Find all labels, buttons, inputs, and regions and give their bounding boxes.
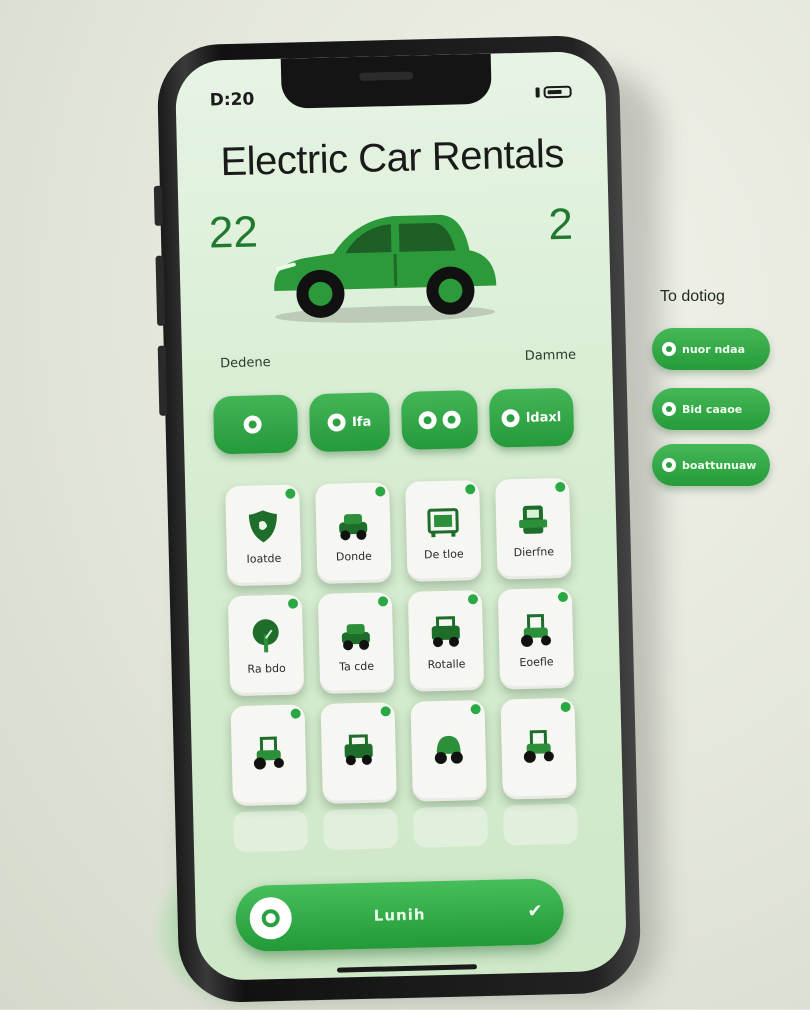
leaf-icon (243, 415, 262, 434)
status-dot-icon (380, 706, 391, 717)
charger-icon (427, 507, 459, 537)
primary-action-button[interactable]: Lunih ✔ (234, 878, 565, 953)
vehicle-tile[interactable]: Ta cde (317, 592, 395, 694)
chip-label: Ifa (351, 414, 372, 430)
vehicle-tile-label: Eoefle (519, 654, 554, 669)
pin-icon (662, 402, 676, 416)
section-label-right: Damme (524, 347, 577, 364)
empty-row (233, 803, 578, 853)
page-title: Electric Car Rentals (219, 131, 565, 185)
status-dot-icon (285, 488, 296, 499)
status-dot-icon (470, 704, 481, 715)
chip-toggle[interactable] (400, 390, 479, 450)
check-icon: ✔ (527, 900, 544, 922)
status-dot-icon (465, 484, 476, 495)
vehicle-tile[interactable]: Ioatde (225, 484, 302, 587)
jeep-icon (344, 734, 373, 766)
empty-slot (503, 803, 578, 846)
home-indicator[interactable] (336, 964, 478, 973)
vehicle-tile[interactable]: Donde (315, 482, 392, 585)
side-pill-label: boattunuaw (682, 458, 757, 472)
plug-icon (501, 409, 521, 428)
vehicle-tile-label: Dierfne (513, 544, 555, 559)
vehicle-tile[interactable] (320, 702, 397, 804)
status-dot-icon (377, 596, 389, 607)
stat-right: 2 (547, 199, 574, 250)
empty-slot (413, 805, 489, 848)
chip-pin[interactable]: Ifa (308, 392, 391, 453)
toggle-icon (442, 410, 461, 429)
buggy-icon (434, 735, 463, 765)
chip-label: ldaxl (525, 409, 562, 426)
side-button (157, 345, 168, 416)
side-pill-3[interactable]: boattunuaw (652, 444, 770, 486)
tree-icon (252, 618, 279, 652)
status-dot-icon (560, 701, 571, 713)
vehicle-tile-label: Ra bdo (247, 661, 286, 676)
toggle-icon (418, 411, 437, 430)
speaker (359, 71, 414, 81)
empty-slot (233, 810, 309, 853)
status-dot-icon (287, 598, 299, 609)
vehicle-grid: Ioatde Donde De tloe Dierfne Ra bdo Ta cde Rot… (225, 477, 577, 807)
vehicle-tile-label: Rotalle (427, 656, 466, 671)
pin-icon (327, 413, 347, 432)
side-pill-2[interactable]: Bid caaoe (652, 388, 770, 430)
side-button (153, 185, 163, 226)
primary-action-label: Lunih (373, 905, 426, 925)
vehicle-tile[interactable]: Eoefle (497, 587, 575, 690)
status-dot-icon (557, 591, 569, 603)
status-dot-icon (555, 481, 566, 493)
car-icon (341, 623, 370, 650)
vehicle-tile-label: Ioatde (246, 551, 282, 566)
filter-chips: Ifa ldaxl (212, 387, 575, 455)
station-icon (519, 505, 548, 534)
stat-left: 22 (208, 207, 259, 258)
jeep-icon (431, 615, 460, 647)
tractor-icon (523, 729, 554, 763)
signal-icon (535, 87, 540, 98)
side-pill-label: Bid caaoe (682, 402, 743, 416)
pin-icon (662, 342, 676, 356)
status-dot-icon (467, 594, 479, 605)
vehicle-tile[interactable]: Ra bdo (227, 594, 305, 697)
vehicle-tile[interactable] (230, 704, 307, 807)
tractor-icon (521, 613, 551, 647)
vehicle-tile[interactable] (500, 697, 577, 800)
status-icons (535, 85, 572, 99)
vehicle-tile[interactable]: Dierfne (495, 477, 572, 580)
side-panel-title: To dotiog (660, 288, 725, 305)
chip-plug[interactable]: ldaxl (488, 387, 575, 448)
side-pill-label: nuor ndaa (682, 342, 746, 356)
pin-icon (662, 458, 676, 472)
vehicle-tile[interactable]: Rotalle (407, 589, 485, 692)
vehicle-tile[interactable] (410, 699, 487, 802)
car-illustration-icon (274, 214, 497, 323)
vehicle-tile[interactable]: De tloe (405, 480, 482, 582)
vehicle-tile-label: Donde (335, 549, 372, 564)
side-button (155, 255, 166, 326)
status-dot-icon (290, 708, 301, 719)
status-dot-icon (375, 486, 386, 497)
notch (280, 53, 492, 109)
app-screen: D:20 Electric Car Rentals 22 2 Dedene Da… (174, 50, 628, 982)
vehicle-tile-label: De tloe (423, 546, 464, 561)
empty-slot (323, 808, 399, 850)
side-pill-1[interactable]: nuor ndaa (652, 328, 770, 370)
vehicle-tile-label: Ta cde (338, 659, 375, 674)
shield-icon (248, 509, 277, 542)
tractor-icon (253, 736, 284, 770)
power-icon (249, 896, 293, 940)
car-icon (339, 513, 368, 540)
chip-leaf[interactable] (212, 394, 299, 455)
section-label-left: Dedene (219, 355, 271, 372)
status-time: D:20 (209, 89, 255, 111)
battery-icon (543, 85, 572, 99)
phone-frame: D:20 Electric Car Rentals 22 2 Dedene Da… (153, 34, 642, 1004)
